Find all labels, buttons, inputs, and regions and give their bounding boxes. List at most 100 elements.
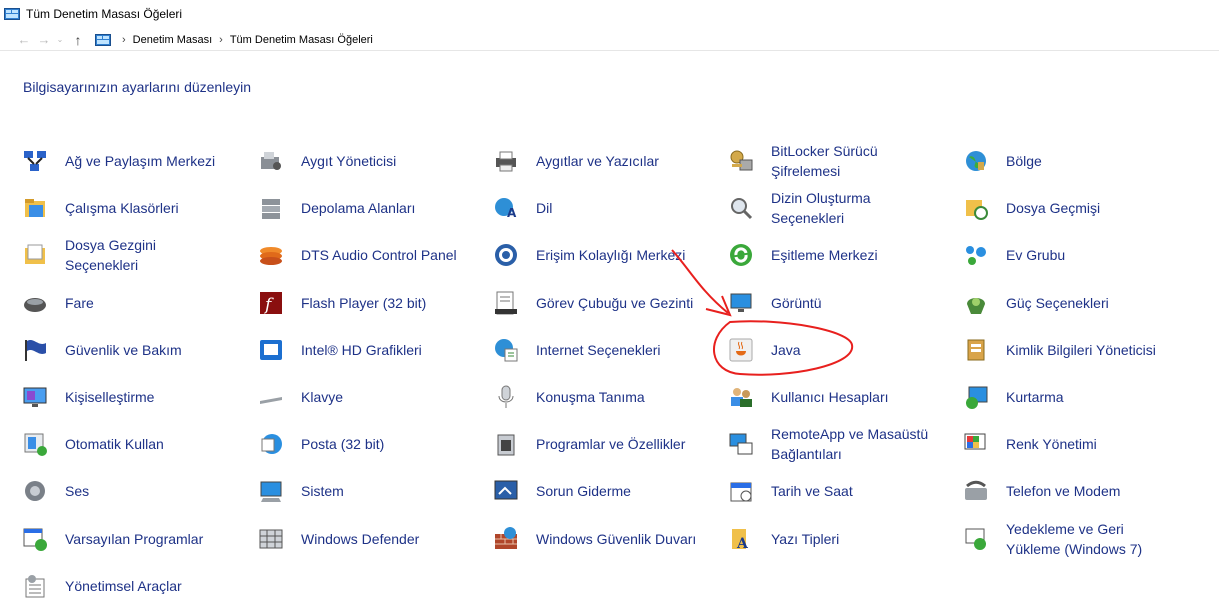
item-label[interactable]: Fare	[65, 293, 94, 313]
control-panel-item-renk-yonetimi[interactable]: Renk Yönetimi	[941, 420, 1171, 467]
item-label[interactable]: Varsayılan Programlar	[65, 529, 203, 549]
item-label[interactable]: Otomatik Kullan	[65, 434, 164, 454]
control-panel-item-remoteapp-ve-masaustu-baglantilari[interactable]: RemoteApp ve Masaüstü Bağlantıları	[706, 420, 936, 467]
control-panel-item-ses[interactable]: Ses	[0, 467, 230, 514]
control-panel-item-bolge[interactable]: Bölge	[941, 137, 1171, 184]
control-panel-item-goruntu[interactable]: Görüntü	[706, 279, 936, 326]
item-label[interactable]: Intel® HD Grafikleri	[301, 340, 422, 360]
control-panel-item-tarih-ve-saat[interactable]: Tarih ve Saat	[706, 467, 936, 514]
control-panel-item-yazi-tipleri[interactable]: A Yazı Tipleri	[706, 515, 936, 562]
item-label[interactable]: Görüntü	[771, 293, 822, 313]
control-panel-item-kullanici-hesaplari[interactable]: Kullanıcı Hesapları	[706, 373, 936, 420]
control-panel-item-dizin-olusturma-secenekleri[interactable]: Dizin Oluşturma Seçenekleri	[706, 184, 936, 231]
control-panel-item-programlar-ve-ozellikler[interactable]: Programlar ve Özellikler	[471, 420, 701, 467]
item-label[interactable]: Dosya Gezgini Seçenekleri	[65, 235, 230, 275]
item-label[interactable]: Kimlik Bilgileri Yöneticisi	[1006, 340, 1156, 360]
item-label[interactable]: Kişiselleştirme	[65, 387, 154, 407]
control-panel-item-telefon-ve-modem[interactable]: Telefon ve Modem	[941, 467, 1171, 514]
control-panel-item-kurtarma[interactable]: Kurtarma	[941, 373, 1171, 420]
item-label[interactable]: Internet Seçenekleri	[536, 340, 661, 360]
item-label[interactable]: Dosya Geçmişi	[1006, 198, 1100, 218]
item-label[interactable]: BitLocker Sürücü Şifrelemesi	[771, 141, 891, 181]
item-label[interactable]: Java	[771, 340, 801, 360]
control-panel-item-kisisellestirme[interactable]: Kişiselleştirme	[0, 373, 230, 420]
item-label[interactable]: Eşitleme Merkezi	[771, 245, 878, 265]
control-panel-item-bitlocker-surucu-sifrelemesi[interactable]: BitLocker Sürücü Şifrelemesi	[706, 137, 936, 184]
control-panel-item-gorev-cubugu-ve-gezinti[interactable]: Görev Çubuğu ve Gezinti	[471, 279, 701, 326]
item-label[interactable]: Erişim Kolaylığı Merkezi	[536, 245, 685, 265]
control-panel-item-aygit-yoneticisi[interactable]: Aygıt Yöneticisi	[236, 137, 466, 184]
control-panel-item-guc-secenekleri[interactable]: Güç Seçenekleri	[941, 279, 1171, 326]
item-label[interactable]: Çalışma Klasörleri	[65, 198, 179, 218]
item-label[interactable]: Görev Çubuğu ve Gezinti	[536, 293, 693, 313]
control-panel-item-dil[interactable]: A Dil	[471, 184, 701, 231]
control-panel-item-dosya-gezgini-secenekleri[interactable]: Dosya Gezgini Seçenekleri	[0, 231, 230, 278]
item-label[interactable]: Telefon ve Modem	[1006, 481, 1120, 501]
item-label[interactable]: Ağ ve Paylaşım Merkezi	[65, 151, 215, 171]
control-panel-item-kimlik-bilgileri-yoneticisi[interactable]: Kimlik Bilgileri Yöneticisi	[941, 326, 1171, 373]
control-panel-item-posta-32-bit[interactable]: Posta (32 bit)	[236, 420, 466, 467]
item-label[interactable]: RemoteApp ve Masaüstü Bağlantıları	[771, 424, 936, 464]
control-panel-item-otomatik-kullan[interactable]: Otomatik Kullan	[0, 420, 230, 467]
item-label[interactable]: Depolama Alanları	[301, 198, 415, 218]
control-panel-item-yedekleme-ve-geri-yukleme-windows-7[interactable]: Yedekleme ve Geri Yükleme (Windows 7)	[941, 515, 1171, 562]
item-label[interactable]: Yedekleme ve Geri Yükleme (Windows 7)	[1006, 519, 1166, 559]
recent-locations-button[interactable]: ⌄	[54, 31, 66, 49]
item-label[interactable]: Bölge	[1006, 151, 1042, 171]
item-label[interactable]: Tarih ve Saat	[771, 481, 853, 501]
item-label[interactable]: Yönetimsel Araçlar	[65, 576, 182, 596]
control-panel-item-dts-audio-control-panel[interactable]: DTS Audio Control Panel	[236, 231, 466, 278]
item-label[interactable]: Dizin Oluşturma Seçenekleri	[771, 188, 891, 228]
breadcrumb-control-panel[interactable]: Denetim Masası	[133, 34, 212, 46]
item-label[interactable]: Windows Defender	[301, 529, 419, 549]
control-panel-item-windows-guvenlik-duvari[interactable]: Windows Güvenlik Duvarı	[471, 515, 701, 562]
control-panel-item-depolama-alanlari[interactable]: Depolama Alanları	[236, 184, 466, 231]
item-label[interactable]: Windows Güvenlik Duvarı	[536, 529, 696, 549]
control-panel-item-ag-ve-paylasim-merkezi[interactable]: Ağ ve Paylaşım Merkezi	[0, 137, 230, 184]
up-button[interactable]: ↑	[68, 31, 88, 49]
control-panel-item-intel-hd-grafikleri[interactable]: Intel® HD Grafikleri	[236, 326, 466, 373]
item-label[interactable]: Güvenlik ve Bakım	[65, 340, 182, 360]
item-label[interactable]: Konuşma Tanıma	[536, 387, 645, 407]
item-label[interactable]: Programlar ve Özellikler	[536, 434, 685, 454]
item-label[interactable]: Renk Yönetimi	[1006, 434, 1097, 454]
item-label[interactable]: Kurtarma	[1006, 387, 1064, 407]
control-panel-item-java[interactable]: Java	[706, 326, 936, 373]
control-panel-item-flash-player-32-bit[interactable]: f Flash Player (32 bit)	[236, 279, 466, 326]
item-label[interactable]: Dil	[536, 198, 552, 218]
item-label[interactable]: Posta (32 bit)	[301, 434, 384, 454]
control-panel-item-varsayilan-programlar[interactable]: Varsayılan Programlar	[0, 515, 230, 562]
item-label[interactable]: Ev Grubu	[1006, 245, 1065, 265]
item-label[interactable]: Güç Seçenekleri	[1006, 293, 1109, 313]
control-panel-item-yonetimsel-araclar[interactable]: Yönetimsel Araçlar	[0, 562, 230, 601]
item-label[interactable]: Klavye	[301, 387, 343, 407]
item-label[interactable]: Sorun Giderme	[536, 481, 631, 501]
item-label[interactable]: DTS Audio Control Panel	[301, 245, 457, 265]
control-panel-item-sistem[interactable]: Sistem	[236, 467, 466, 514]
control-panel-item-konusma-tanima[interactable]: Konuşma Tanıma	[471, 373, 701, 420]
control-panel-item-dosya-gecmisi[interactable]: Dosya Geçmişi	[941, 184, 1171, 231]
work-folders-icon	[22, 195, 48, 221]
item-label[interactable]: Aygıtlar ve Yazıcılar	[536, 151, 659, 171]
control-panel-item-windows-defender[interactable]: Windows Defender	[236, 515, 466, 562]
control-panel-item-calisma-klasorleri[interactable]: Çalışma Klasörleri	[0, 184, 230, 231]
item-label[interactable]: Sistem	[301, 481, 344, 501]
control-panel-item-erisim-kolayligi-merkezi[interactable]: Erişim Kolaylığı Merkezi	[471, 231, 701, 278]
control-panel-item-aygitlar-ve-yazicilar[interactable]: Aygıtlar ve Yazıcılar	[471, 137, 701, 184]
control-panel-item-klavye[interactable]: Klavye	[236, 373, 466, 420]
control-panel-item-internet-secenekleri[interactable]: Internet Seçenekleri	[471, 326, 701, 373]
item-label[interactable]: Kullanıcı Hesapları	[771, 387, 889, 407]
back-button[interactable]: ←	[14, 31, 34, 49]
control-panel-item-esitleme-merkezi[interactable]: Eşitleme Merkezi	[706, 231, 936, 278]
control-panel-item-sorun-giderme[interactable]: Sorun Giderme	[471, 467, 701, 514]
breadcrumb-all-items[interactable]: Tüm Denetim Masası Öğeleri	[230, 34, 373, 46]
item-label[interactable]: Ses	[65, 481, 89, 501]
control-panel-item-fare[interactable]: Fare	[0, 279, 230, 326]
item-label[interactable]: Yazı Tipleri	[771, 529, 839, 549]
forward-button[interactable]: →	[34, 31, 54, 49]
address-bar[interactable]: › Denetim Masası › Tüm Denetim Masası Öğ…	[94, 30, 374, 49]
control-panel-item-ev-grubu[interactable]: Ev Grubu	[941, 231, 1171, 278]
item-label[interactable]: Flash Player (32 bit)	[301, 293, 426, 313]
item-label[interactable]: Aygıt Yöneticisi	[301, 151, 396, 171]
control-panel-item-guvenlik-ve-bakim[interactable]: Güvenlik ve Bakım	[0, 326, 230, 373]
